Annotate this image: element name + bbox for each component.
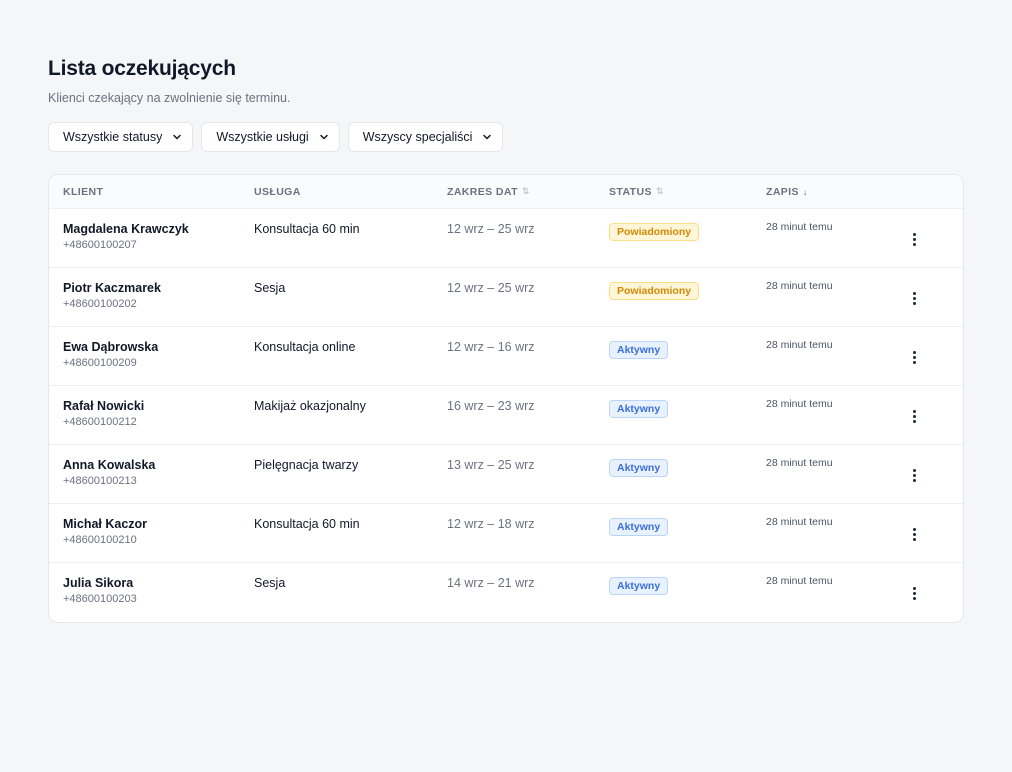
table-row[interactable]: Michał Kaczor +48600100210 Konsultacja 6… — [49, 504, 963, 563]
table-row[interactable]: Julia Sikora +48600100203 Sesja 14 wrz –… — [49, 563, 963, 622]
chevron-down-icon — [319, 132, 329, 142]
client-name: Michał Kaczor — [63, 517, 148, 531]
table-row[interactable]: Magdalena Krawczyk +48600100207 Konsulta… — [49, 209, 963, 268]
table-row[interactable]: Anna Kowalska +48600100213 Pielęgnacja t… — [49, 445, 963, 504]
date-range: 12 wrz – 25 wrz — [447, 222, 535, 236]
page-subtitle: Klienci czekający na zwolnienie się term… — [48, 91, 291, 105]
service-filter-label: Wszystkie usługi — [216, 130, 309, 144]
client-phone: +48600100207 — [63, 239, 137, 251]
waitlist-table: KLIENT USŁUGA ZAKRES DAT ⇅ STATUS ⇅ ZAPI… — [48, 174, 964, 623]
service-name: Konsultacja 60 min — [254, 517, 360, 531]
service-name: Pielęgnacja twarzy — [254, 458, 359, 472]
service-name: Konsultacja 60 min — [254, 222, 360, 236]
client-name: Magdalena Krawczyk — [63, 222, 189, 236]
client-phone: +48600100202 — [63, 298, 137, 310]
client-cell: Ewa Dąbrowska +48600100209 — [49, 327, 254, 385]
service-name: Sesja — [254, 576, 286, 590]
status-badge: Aktywny — [609, 341, 669, 359]
column-header-service: USŁUGA — [254, 185, 301, 198]
service-name: Konsultacja online — [254, 340, 356, 354]
page-title: Lista oczekujących — [48, 57, 236, 80]
table-row[interactable]: Piotr Kaczmarek +48600100202 Sesja 12 wr… — [49, 268, 963, 327]
record-time: 28 minut temu — [766, 457, 833, 469]
kebab-menu-icon[interactable] — [907, 290, 921, 306]
column-header-date-range[interactable]: ZAKRES DAT ⇅ — [447, 186, 609, 198]
filter-bar: Wszystkie statusy Wszystkie usługi Wszys… — [48, 122, 964, 152]
record-time: 28 minut temu — [766, 221, 833, 233]
client-name: Rafał Nowicki — [63, 399, 145, 413]
status-badge: Aktywny — [609, 577, 669, 595]
column-header-status[interactable]: STATUS ⇅ — [609, 186, 766, 198]
service-name: Sesja — [254, 281, 286, 295]
date-range: 14 wrz – 21 wrz — [447, 576, 535, 590]
kebab-menu-icon[interactable] — [907, 349, 921, 365]
date-range: 12 wrz – 25 wrz — [447, 281, 535, 295]
chevron-down-icon — [172, 132, 182, 142]
table-header: KLIENT USŁUGA ZAKRES DAT ⇅ STATUS ⇅ ZAPI… — [49, 175, 963, 209]
client-cell: Julia Sikora +48600100203 — [49, 563, 254, 622]
client-cell: Anna Kowalska +48600100213 — [49, 445, 254, 503]
date-range: 16 wrz – 23 wrz — [447, 399, 535, 413]
record-time: 28 minut temu — [766, 280, 833, 292]
status-badge: Aktywny — [609, 400, 669, 418]
service-name: Makijaż okazjonalny — [254, 399, 366, 413]
status-badge: Powiadomiony — [609, 282, 700, 300]
column-header-client: KLIENT — [63, 185, 104, 198]
client-phone: +48600100209 — [63, 357, 137, 369]
table-row[interactable]: Ewa Dąbrowska +48600100209 Konsultacja o… — [49, 327, 963, 386]
record-time: 28 minut temu — [766, 339, 833, 351]
date-range: 12 wrz – 16 wrz — [447, 340, 535, 354]
record-time: 28 minut temu — [766, 516, 833, 528]
waitlist-page: Lista oczekujących Klienci czekający na … — [48, 56, 964, 623]
client-name: Ewa Dąbrowska — [63, 340, 159, 354]
kebab-menu-icon[interactable] — [907, 467, 921, 483]
client-cell: Michał Kaczor +48600100210 — [49, 504, 254, 562]
sort-icon: ⇅ — [655, 186, 664, 196]
sort-icon: ⇅ — [521, 186, 530, 196]
client-cell: Magdalena Krawczyk +48600100207 — [49, 209, 254, 267]
kebab-menu-icon[interactable] — [907, 231, 921, 247]
status-badge: Aktywny — [609, 459, 669, 477]
status-badge: Aktywny — [609, 518, 669, 536]
specialist-filter-label: Wszyscy specjaliści — [362, 130, 473, 144]
client-name: Piotr Kaczmarek — [63, 281, 161, 295]
status-filter-select[interactable]: Wszystkie statusy — [48, 122, 194, 152]
client-phone: +48600100210 — [63, 534, 137, 546]
kebab-menu-icon[interactable] — [907, 585, 921, 601]
record-time: 28 minut temu — [766, 398, 833, 410]
client-name: Anna Kowalska — [63, 458, 156, 472]
client-phone: +48600100212 — [63, 416, 137, 428]
status-badge: Powiadomiony — [609, 223, 700, 241]
date-range: 13 wrz – 25 wrz — [447, 458, 535, 472]
specialist-filter-select[interactable]: Wszyscy specjaliści — [347, 122, 504, 152]
arrow-down-icon: ↓ — [802, 186, 808, 197]
client-cell: Piotr Kaczmarek +48600100202 — [49, 268, 254, 326]
table-row[interactable]: Rafał Nowicki +48600100212 Makijaż okazj… — [49, 386, 963, 445]
record-time: 28 minut temu — [766, 575, 833, 587]
kebab-menu-icon[interactable] — [907, 526, 921, 542]
client-phone: +48600100213 — [63, 475, 137, 487]
service-filter-select[interactable]: Wszystkie usługi — [201, 122, 340, 152]
client-phone: +48600100203 — [63, 593, 137, 605]
status-filter-label: Wszystkie statusy — [63, 130, 163, 144]
date-range: 12 wrz – 18 wrz — [447, 517, 535, 531]
kebab-menu-icon[interactable] — [907, 408, 921, 424]
chevron-down-icon — [482, 132, 492, 142]
client-cell: Rafał Nowicki +48600100212 — [49, 386, 254, 444]
client-name: Julia Sikora — [63, 576, 134, 590]
column-header-record[interactable]: ZAPIS ↓ — [766, 186, 906, 198]
